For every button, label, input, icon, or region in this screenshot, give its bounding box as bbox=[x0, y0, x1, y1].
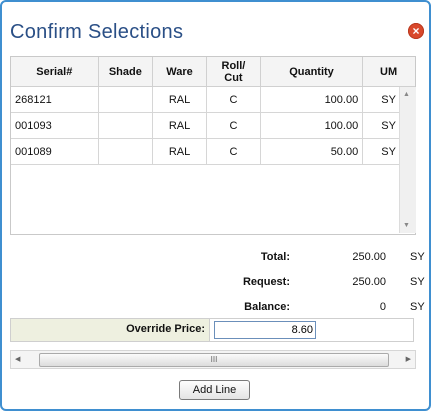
override-price-input[interactable] bbox=[214, 321, 316, 339]
cell-shade bbox=[98, 138, 154, 165]
add-line-button[interactable]: Add Line bbox=[179, 380, 250, 400]
confirm-selections-dialog: Confirm Selections × Serial# Shade Ware … bbox=[0, 0, 431, 411]
horizontal-scrollbar[interactable]: ◀ III ▶ bbox=[10, 350, 416, 369]
selections-table: Serial# Shade Ware Roll/ Cut Quantity UM… bbox=[11, 57, 415, 165]
override-label-cell: Override Price: bbox=[11, 319, 210, 341]
scroll-right-arrow-icon[interactable]: ▶ bbox=[406, 355, 411, 363]
grid-vertical-scrollbar[interactable]: ▲ ▼ bbox=[399, 87, 416, 233]
dialog-title: Confirm Selections bbox=[10, 21, 184, 43]
grid-header-filler bbox=[399, 57, 415, 87]
cell-ware: RAL bbox=[152, 86, 208, 113]
close-icon[interactable]: × bbox=[408, 23, 424, 39]
cell-quantity: 100.00 bbox=[260, 112, 364, 139]
override-price-row: Override Price: bbox=[10, 318, 414, 342]
total-value: 250.00 bbox=[352, 251, 386, 263]
cell-serial: 001093 bbox=[11, 112, 99, 139]
total-label: Total: bbox=[260, 251, 290, 263]
selections-grid: Serial# Shade Ware Roll/ Cut Quantity UM… bbox=[10, 56, 416, 235]
total-um: SY bbox=[410, 251, 425, 263]
table-row[interactable]: 268121 RAL C 100.00 SY bbox=[11, 86, 415, 113]
column-header-shade[interactable]: Shade bbox=[98, 57, 154, 87]
request-um: SY bbox=[410, 276, 425, 288]
scroll-up-arrow-icon[interactable]: ▲ bbox=[403, 91, 410, 98]
balance-um: SY bbox=[410, 301, 425, 313]
request-label: Request: bbox=[242, 276, 290, 288]
cell-quantity: 100.00 bbox=[260, 86, 364, 113]
column-header-serial[interactable]: Serial# bbox=[11, 57, 99, 87]
override-price-label: Override Price: bbox=[126, 323, 205, 335]
cell-shade bbox=[98, 112, 154, 139]
scroll-down-arrow-icon[interactable]: ▼ bbox=[403, 222, 410, 229]
column-header-ware[interactable]: Ware bbox=[152, 57, 208, 87]
scrollbar-thumb[interactable]: III bbox=[39, 353, 389, 367]
column-header-roll-cut[interactable]: Roll/ Cut bbox=[206, 57, 261, 87]
cell-serial: 001089 bbox=[11, 138, 99, 165]
column-header-quantity[interactable]: Quantity bbox=[260, 57, 364, 87]
cell-roll-cut: C bbox=[206, 86, 261, 113]
table-row[interactable]: 001089 RAL C 50.00 SY bbox=[11, 138, 415, 165]
scroll-left-arrow-icon[interactable]: ◀ bbox=[15, 355, 20, 363]
cell-ware: RAL bbox=[152, 112, 208, 139]
cell-roll-cut: C bbox=[206, 138, 261, 165]
cell-roll-cut: C bbox=[206, 112, 261, 139]
cell-shade bbox=[98, 86, 154, 113]
balance-value: 0 bbox=[379, 301, 386, 313]
table-row[interactable]: 001093 RAL C 100.00 SY bbox=[11, 112, 415, 139]
cell-serial: 268121 bbox=[11, 86, 99, 113]
balance-label: Balance: bbox=[244, 301, 290, 313]
table-header-row: Serial# Shade Ware Roll/ Cut Quantity UM bbox=[11, 57, 415, 87]
cell-quantity: 50.00 bbox=[260, 138, 364, 165]
request-value: 250.00 bbox=[352, 276, 386, 288]
cell-ware: RAL bbox=[152, 138, 208, 165]
